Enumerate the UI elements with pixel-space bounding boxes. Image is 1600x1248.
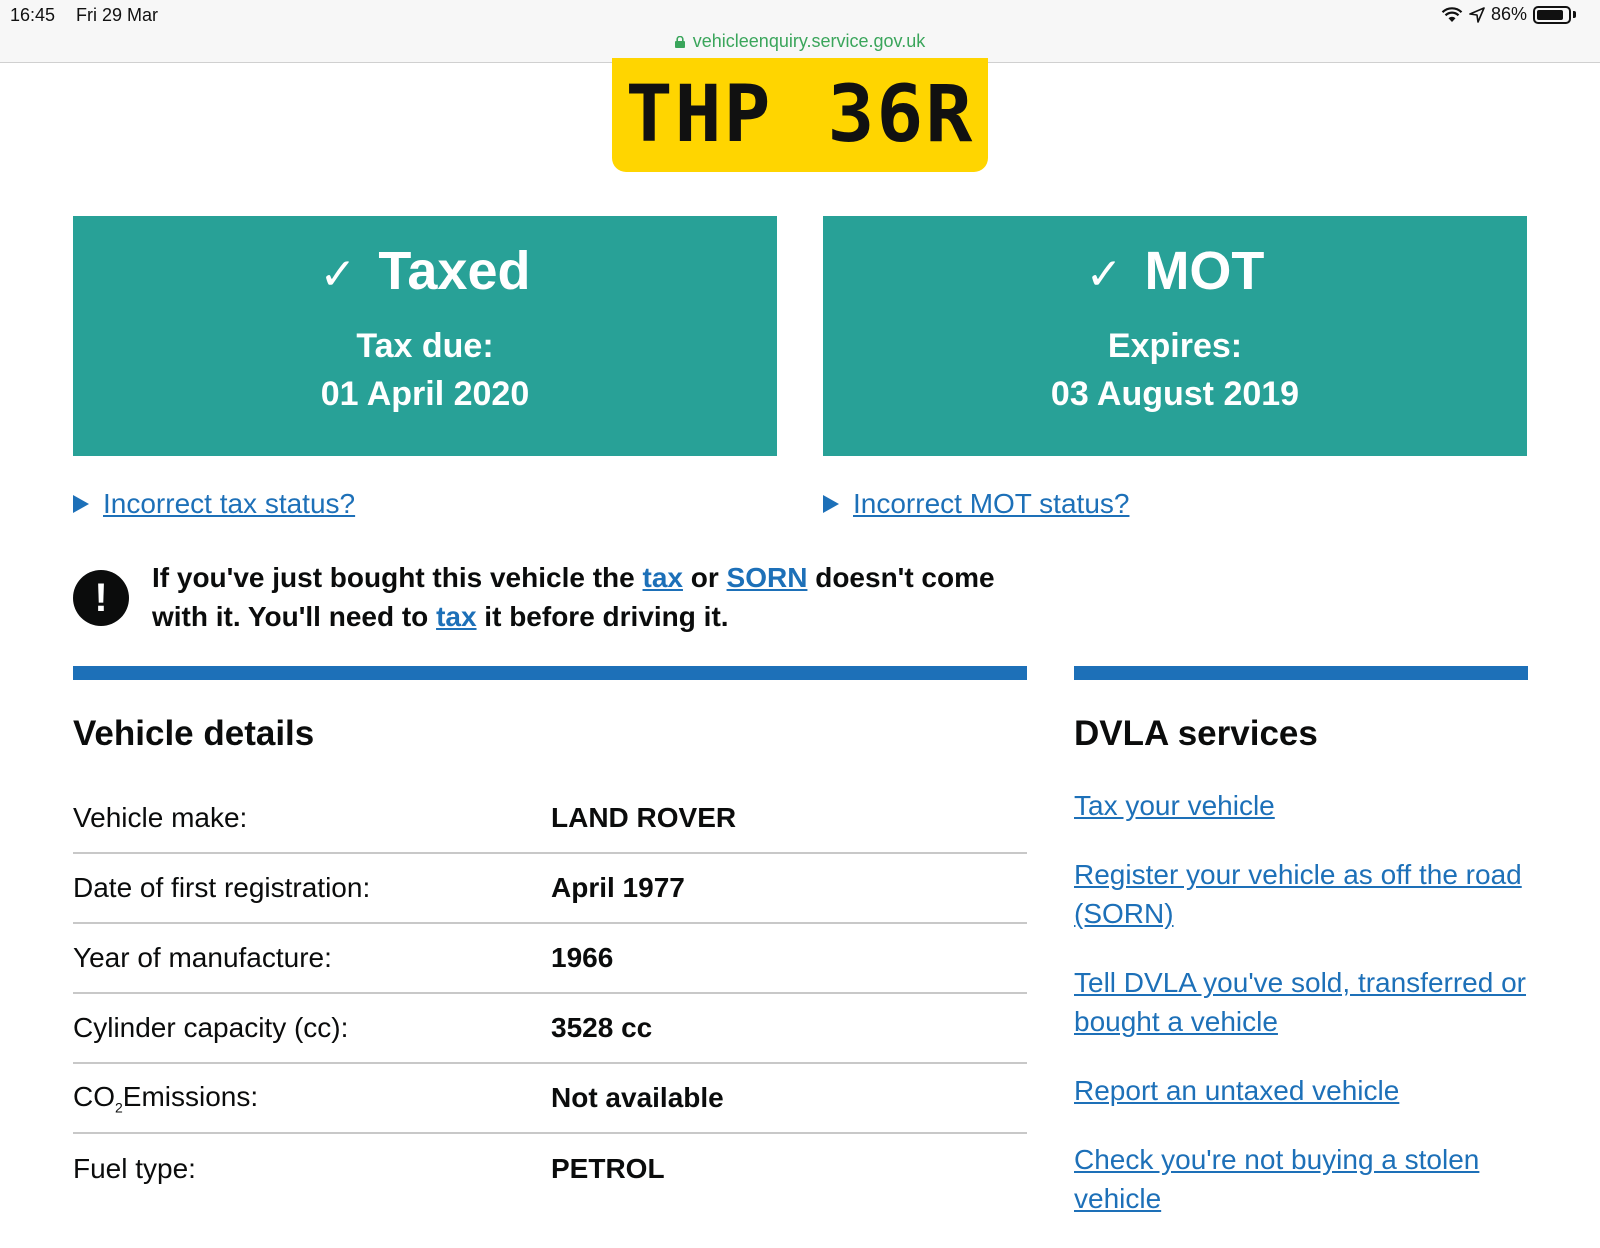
- warning-icon: !: [73, 570, 129, 626]
- tax-due: Tax due: 01 April 2020: [73, 322, 777, 418]
- table-row: CO2Emissions: Not available: [73, 1064, 1027, 1134]
- mot-status-panel: ✓ MOT Expires: 03 August 2019: [823, 216, 1527, 456]
- wifi-icon: [1441, 6, 1463, 22]
- row-value: 3528 cc: [551, 1012, 653, 1043]
- sold-transferred-bought-link[interactable]: Tell DVLA you've sold, transferred or bo…: [1074, 963, 1544, 1041]
- tax-due-date: 01 April 2020: [320, 375, 530, 413]
- registration-number: THP 36R: [625, 70, 975, 160]
- row-value: LAND ROVER: [551, 802, 737, 833]
- row-value: 1966: [551, 942, 614, 973]
- table-row: Fuel type: PETROL: [73, 1134, 1027, 1204]
- triangle-right-icon: [823, 495, 839, 513]
- report-untaxed-vehicle-link[interactable]: Report an untaxed vehicle: [1074, 1071, 1544, 1110]
- sorn-link[interactable]: SORN: [727, 562, 808, 593]
- mot-expiry: Expires: 03 August 2019: [823, 322, 1527, 418]
- warning-text-part: it before driving it.: [476, 601, 729, 632]
- mot-expiry-date: 03 August 2019: [1050, 375, 1300, 413]
- dvla-services-heading: DVLA services: [1074, 714, 1318, 753]
- check-stolen-vehicle-link[interactable]: Check you're not buying a stolen vehicle: [1074, 1140, 1544, 1218]
- date: Fri 29 Mar: [76, 5, 159, 25]
- status-bar: 16:45 Fri 29 Mar 86% vehicleenquiry.serv…: [0, 0, 1600, 63]
- mot-status-title: MOT: [1144, 241, 1265, 301]
- battery-cap: [1573, 11, 1576, 18]
- tax-link[interactable]: tax: [643, 562, 683, 593]
- number-plate: THP 36R: [612, 58, 988, 172]
- sorn-vehicle-link[interactable]: Register your vehicle as off the road (S…: [1074, 855, 1544, 933]
- table-row: Cylinder capacity (cc): 3528 cc: [73, 994, 1027, 1064]
- row-value: PETROL: [551, 1153, 665, 1184]
- table-row: Date of first registration: April 1977: [73, 854, 1027, 924]
- row-label: Vehicle make:: [73, 802, 248, 833]
- section-divider: [73, 666, 1027, 680]
- incorrect-mot-link[interactable]: Incorrect MOT status?: [853, 488, 1129, 520]
- battery-icon: [1533, 5, 1571, 24]
- triangle-right-icon: [73, 495, 89, 513]
- tax-link[interactable]: tax: [436, 601, 476, 632]
- location-arrow-icon: [1469, 6, 1485, 23]
- warning-text-part: If you've just bought this vehicle the: [152, 562, 643, 593]
- tax-due-label: Tax due:: [356, 327, 494, 365]
- row-label: CO2Emissions:: [73, 1081, 551, 1116]
- co2-subscript: 2: [115, 1099, 123, 1116]
- check-icon: ✓: [1085, 250, 1123, 299]
- battery-level: [1537, 9, 1563, 20]
- dvla-services-list: Tax your vehicle Register your vehicle a…: [1074, 786, 1544, 1248]
- vehicle-details-heading: Vehicle details: [73, 714, 315, 753]
- incorrect-mot-details[interactable]: Incorrect MOT status?: [823, 488, 1129, 520]
- incorrect-tax-link[interactable]: Incorrect tax status?: [103, 488, 355, 520]
- row-value: April 1977: [551, 872, 685, 903]
- warning-text-part: or: [682, 562, 727, 593]
- row-label: Date of first registration:: [73, 872, 371, 903]
- row-label: Fuel type:: [73, 1153, 196, 1184]
- lock-icon: [674, 36, 685, 48]
- row-label: Cylinder capacity (cc):: [73, 1012, 349, 1043]
- clock: 16:45: [10, 5, 56, 25]
- tax-your-vehicle-link[interactable]: Tax your vehicle: [1074, 786, 1544, 825]
- tax-status-title: Taxed: [378, 241, 531, 301]
- battery-percent: 86%: [1490, 4, 1527, 24]
- mot-expiry-label: Expires:: [1107, 327, 1243, 365]
- mot-status-heading: ✓ MOT: [823, 244, 1527, 298]
- table-row: Vehicle make: LAND ROVER: [73, 784, 1027, 854]
- vehicle-details-table: Vehicle make: LAND ROVER Date of first r…: [73, 784, 1027, 1204]
- section-divider: [1074, 666, 1528, 680]
- tax-status-heading: ✓ Taxed: [73, 244, 777, 298]
- row-value: Not available: [551, 1082, 724, 1113]
- warning-text: If you've just bought this vehicle the t…: [152, 558, 1032, 636]
- url-text: vehicleenquiry.service.gov.uk: [692, 31, 926, 51]
- url-bar[interactable]: vehicleenquiry.service.gov.uk: [0, 31, 1600, 52]
- tax-status-panel: ✓ Taxed Tax due: 01 April 2020: [73, 216, 777, 456]
- status-icons: 86%: [1441, 4, 1576, 25]
- row-label: Year of manufacture:: [73, 942, 332, 973]
- incorrect-tax-details[interactable]: Incorrect tax status?: [73, 488, 355, 520]
- co2-label-text: CO: [73, 1080, 115, 1112]
- table-row: Year of manufacture: 1966: [73, 924, 1027, 994]
- check-icon: ✓: [319, 250, 357, 299]
- emissions-label-text: Emissions:: [122, 1080, 259, 1112]
